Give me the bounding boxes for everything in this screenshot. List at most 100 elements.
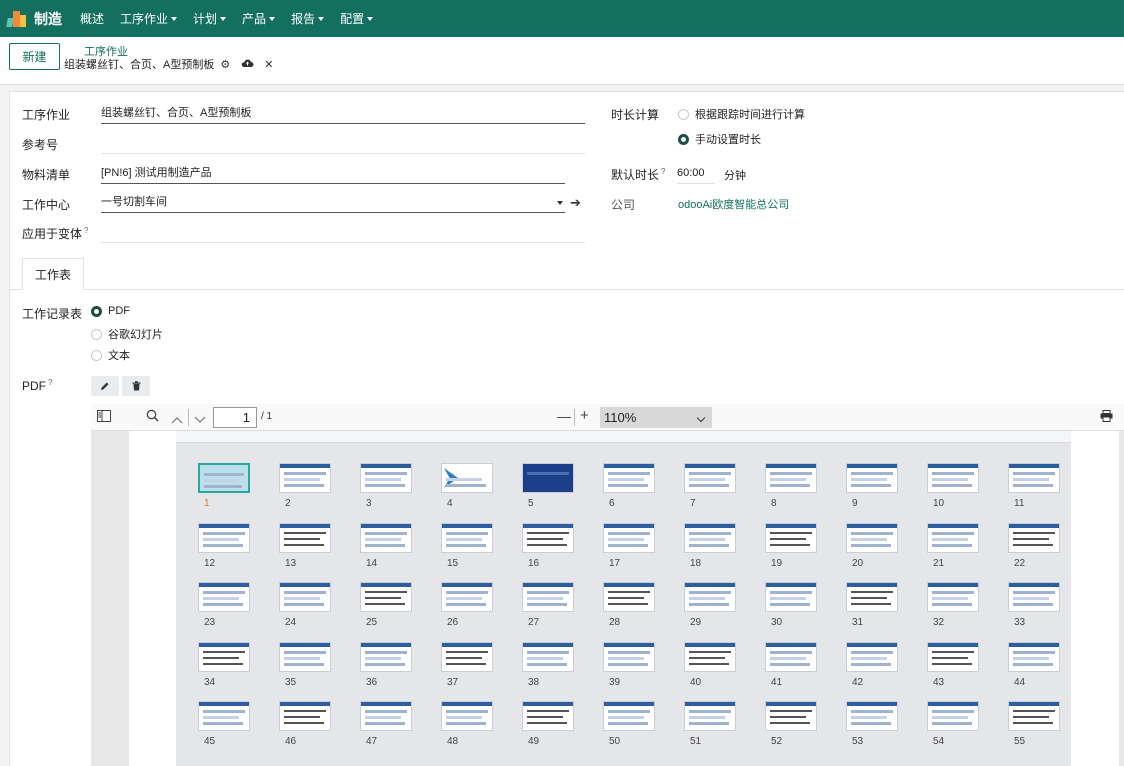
radio-track-time-dot[interactable] xyxy=(678,108,689,120)
slide-thumbnail[interactable] xyxy=(927,641,979,672)
radio-google-slides-dot[interactable] xyxy=(91,328,102,340)
new-button[interactable]: 新建 xyxy=(9,43,60,70)
radio-pdf[interactable]: PDF xyxy=(91,305,130,317)
nav-item-1[interactable]: 概述 xyxy=(72,0,112,37)
slide-thumbnail[interactable] xyxy=(279,701,331,731)
slide-thumbnail[interactable] xyxy=(360,641,412,672)
slide-thumbnail[interactable] xyxy=(441,701,493,731)
slide-thumbnail[interactable] xyxy=(765,641,817,672)
slide-thumbnail[interactable] xyxy=(846,582,898,612)
nav-item-3[interactable]: 计划 xyxy=(185,0,234,37)
slide-thumbnail[interactable] xyxy=(927,522,979,553)
dropdown-caret-icon[interactable] xyxy=(557,201,563,205)
slide-thumbnail[interactable] xyxy=(198,582,250,612)
slide-thumbnail[interactable] xyxy=(1008,582,1060,612)
slide-thumbnail[interactable] xyxy=(360,582,412,612)
help-icon[interactable]: ? xyxy=(48,378,52,387)
slide-thumbnail[interactable] xyxy=(441,641,493,672)
nav-item-5[interactable]: 报告 xyxy=(283,0,332,37)
slide-thumbnail[interactable] xyxy=(198,701,250,731)
slide-thumbnail[interactable] xyxy=(522,463,574,493)
slide-thumbnail[interactable] xyxy=(441,582,493,612)
slide-thumbnail[interactable] xyxy=(522,582,574,612)
slide-thumbnail[interactable] xyxy=(522,522,574,553)
slide-thumbnail[interactable] xyxy=(684,701,736,731)
zoom-select[interactable]: 110% xyxy=(600,407,712,428)
slide-thumbnail[interactable] xyxy=(441,463,493,493)
close-icon[interactable]: ✕ xyxy=(264,58,273,71)
slide-thumbnail[interactable] xyxy=(522,641,574,672)
external-link-arrow-icon[interactable]: ➔ xyxy=(570,195,581,211)
slide-thumbnail[interactable] xyxy=(603,522,655,553)
slide-thumbnail[interactable] xyxy=(765,463,817,493)
slide-thumbnail[interactable] xyxy=(765,582,817,612)
slide-thumbnail[interactable] xyxy=(279,522,331,553)
nav-item-4[interactable]: 产品 xyxy=(234,0,283,37)
slide-thumbnail[interactable] xyxy=(846,463,898,493)
nav-item-6[interactable]: 配置 xyxy=(332,0,381,37)
slide-thumbnail[interactable] xyxy=(198,522,250,553)
zoom-out-button[interactable]: — xyxy=(557,408,571,424)
zoom-in-button[interactable]: + xyxy=(580,407,589,424)
pdf-viewer[interactable]: 1 2 3 4 5 6 7 8 9 10 11 12 13 14 15 16 17 18 19 20 21 22 23 24 2… xyxy=(91,431,1124,766)
gear-icon[interactable]: ⚙ xyxy=(220,58,230,71)
nav-item-2[interactable]: 工序作业 xyxy=(112,0,185,37)
radio-google-slides[interactable]: 谷歌幻灯片 xyxy=(91,326,163,342)
slide-thumbnail[interactable] xyxy=(684,582,736,612)
slide-thumbnail[interactable] xyxy=(360,701,412,731)
slide-thumbnail[interactable] xyxy=(603,463,655,493)
app-brand[interactable]: 制造 xyxy=(0,9,62,29)
slide-thumbnail[interactable] xyxy=(603,582,655,612)
slide-thumbnail[interactable] xyxy=(360,522,412,553)
radio-text-dot[interactable] xyxy=(91,349,102,361)
slide-thumbnail[interactable] xyxy=(198,463,250,493)
sidebar-toggle-icon[interactable] xyxy=(97,410,111,425)
slide-thumbnail[interactable] xyxy=(522,701,574,731)
slide-thumbnail[interactable] xyxy=(360,463,412,493)
radio-track-time[interactable]: 根据跟踪时间进行计算 xyxy=(678,106,805,122)
pencil-icon[interactable] xyxy=(91,376,119,396)
company-link[interactable]: odooAi欧度智能总公司 xyxy=(678,196,789,212)
cloud-upload-icon[interactable] xyxy=(241,58,254,71)
slide-thumbnail[interactable] xyxy=(927,582,979,612)
slide-thumbnail[interactable] xyxy=(846,641,898,672)
workcenter-field[interactable]: 一号切割车间 xyxy=(101,193,565,213)
default-duration-input[interactable]: 60:00 xyxy=(677,164,715,184)
radio-pdf-dot[interactable] xyxy=(91,305,102,317)
slide-thumbnail[interactable] xyxy=(927,701,979,731)
search-icon[interactable] xyxy=(146,409,159,425)
tab-worksheet[interactable]: 工作表 xyxy=(22,258,84,290)
variant-field[interactable] xyxy=(101,223,585,243)
trash-icon[interactable] xyxy=(122,376,150,396)
slide-thumbnail[interactable] xyxy=(198,641,250,672)
slide-thumbnail[interactable] xyxy=(1008,522,1060,553)
reference-field[interactable] xyxy=(101,134,585,154)
slide-thumbnail[interactable] xyxy=(1008,463,1060,493)
slide-thumbnail[interactable] xyxy=(603,641,655,672)
slide-thumbnail[interactable] xyxy=(846,701,898,731)
operation-name-field[interactable]: 组装螺丝钉、合页、A型预制板 xyxy=(101,104,585,124)
slide-thumbnail[interactable] xyxy=(765,701,817,731)
chevron-up-icon[interactable] xyxy=(171,412,183,427)
slide-thumbnail[interactable] xyxy=(765,522,817,553)
slide-thumbnail[interactable] xyxy=(1008,641,1060,672)
slide-thumbnail[interactable] xyxy=(279,641,331,672)
bom-field[interactable]: [PN!6] 测试用制造产品 xyxy=(101,164,565,184)
slide-thumbnail[interactable] xyxy=(279,463,331,493)
slide-thumbnail[interactable] xyxy=(441,522,493,553)
slide-thumbnail[interactable] xyxy=(684,522,736,553)
print-icon[interactable] xyxy=(1100,410,1113,425)
radio-manual-duration[interactable]: 手动设置时长 xyxy=(678,131,761,147)
chevron-down-icon[interactable] xyxy=(194,412,206,427)
page-number-input[interactable]: 1 xyxy=(213,407,257,428)
slide-thumbnail[interactable] xyxy=(684,641,736,672)
slide-thumbnail[interactable] xyxy=(1008,701,1060,731)
slide-thumbnail[interactable] xyxy=(684,463,736,493)
radio-text[interactable]: 文本 xyxy=(91,347,130,363)
slide-thumbnail[interactable] xyxy=(846,522,898,553)
radio-manual-duration-dot[interactable] xyxy=(678,133,689,145)
slide-thumbnail[interactable] xyxy=(279,582,331,612)
help-icon[interactable]: ? xyxy=(661,167,665,176)
slide-thumbnail[interactable] xyxy=(603,701,655,731)
slide-thumbnail[interactable] xyxy=(927,463,979,493)
